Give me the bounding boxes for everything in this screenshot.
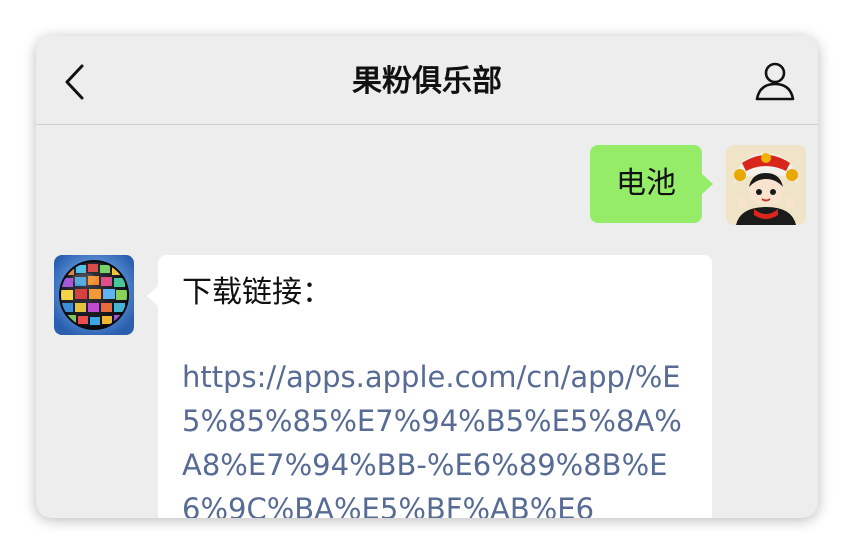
person-icon (755, 62, 795, 101)
chat-window: 果粉俱乐部 电池 下载链接： https://apps.apple.com/cn… (36, 36, 818, 518)
chat-title: 果粉俱乐部 (352, 64, 502, 99)
my-avatar[interactable] (726, 145, 806, 225)
lion-dance-avatar-image (726, 145, 806, 225)
incoming-message-bubble[interactable]: 下载链接： https://apps.apple.com/cn/app/%E5%… (147, 255, 712, 518)
download-link[interactable]: https://apps.apple.com/cn/app/%E5%85%85%… (182, 355, 688, 518)
chat-header: 果粉俱乐部 (36, 36, 818, 125)
profile-button[interactable] (754, 60, 796, 102)
outgoing-message-bubble[interactable]: 电池 (590, 145, 713, 223)
message-text: 电池 (616, 166, 676, 201)
message-list[interactable]: 电池 下载链接： https://apps.apple.com/cn/app/%… (36, 125, 818, 518)
contact-avatar[interactable] (54, 255, 134, 335)
message-text: 下载链接： (182, 275, 332, 310)
globe-avatar-image (54, 255, 134, 335)
message-spacer (182, 315, 688, 355)
